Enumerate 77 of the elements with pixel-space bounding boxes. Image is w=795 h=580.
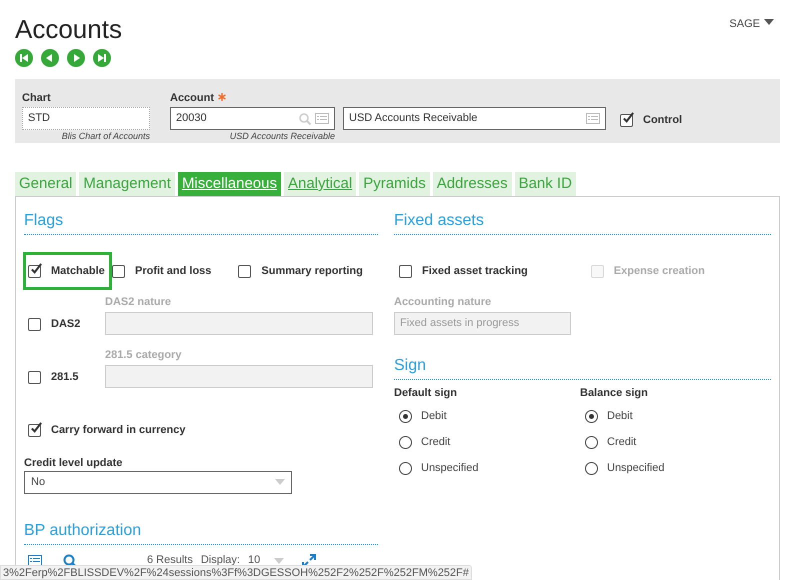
radio-button[interactable] xyxy=(585,436,598,448)
field-value: 20030 xyxy=(176,111,207,126)
field-label: Account xyxy=(170,91,214,106)
next-record-icon[interactable] xyxy=(67,49,85,67)
section-heading: Sign xyxy=(394,357,426,374)
credit-level-select[interactable]: No xyxy=(24,470,292,494)
checkbox-label: Summary reporting xyxy=(261,264,363,279)
account-field[interactable]: 20030 xyxy=(170,107,335,130)
field-label: 281.5 category xyxy=(105,348,182,363)
tab[interactable]: Miscellaneous xyxy=(178,172,281,196)
checkbox-label: Carry forward in currency xyxy=(51,423,186,438)
radio-button[interactable] xyxy=(399,462,412,474)
field-label: Credit level update xyxy=(24,456,124,470)
field-value: USD Accounts Receivable xyxy=(349,111,478,126)
checkbox[interactable] xyxy=(28,264,41,278)
checkbox-label: 281.5 xyxy=(51,370,79,385)
checkbox[interactable] xyxy=(399,264,412,278)
section-heading: Fixed assets xyxy=(394,212,484,229)
tab[interactable]: General xyxy=(15,172,76,196)
field-label: DAS2 nature xyxy=(105,295,172,310)
checkbox[interactable] xyxy=(620,114,633,127)
radio-label: Debit xyxy=(421,408,447,424)
tab[interactable]: Addresses xyxy=(432,172,512,196)
expand-icon[interactable] xyxy=(302,554,316,568)
checkbox-label: Profit and loss xyxy=(135,264,212,279)
radio-label: Credit xyxy=(421,434,450,450)
group-label: Default sign xyxy=(394,386,458,401)
category-field[interactable] xyxy=(105,365,373,388)
checkbox[interactable] xyxy=(28,424,41,437)
status-bar: 3%2Ferp%2FBLISSDEV%2F%24sessions%3Ff%3DGESSOH%252F2%252F%252FM%252F# xyxy=(0,565,472,580)
tab[interactable]: Analytical xyxy=(284,172,356,196)
section-heading: BP authorization xyxy=(24,522,142,538)
list-icon xyxy=(586,113,600,124)
checkbox[interactable] xyxy=(28,318,41,331)
previous-record-icon[interactable] xyxy=(41,49,59,67)
group-label: Balance sign xyxy=(580,386,649,401)
radio-button[interactable] xyxy=(585,410,598,422)
checkbox[interactable] xyxy=(28,370,41,384)
section-heading: Flags xyxy=(24,212,64,229)
last-record-icon[interactable] xyxy=(93,49,111,67)
checkbox-label: DAS2 xyxy=(51,317,80,332)
radio-button[interactable] xyxy=(399,410,412,422)
chart-field[interactable]: STD xyxy=(22,107,150,130)
accounting-nature-field[interactable]: Fixed assets in progress xyxy=(394,312,571,335)
check-icon xyxy=(30,262,43,276)
caret-icon xyxy=(764,19,774,25)
results-count: 6 Results xyxy=(147,553,193,568)
checkbox-label: Matchable xyxy=(51,264,105,279)
checkbox-label: Fixed asset tracking xyxy=(422,264,528,279)
display-label: Display: xyxy=(200,553,240,568)
check-icon xyxy=(622,112,635,125)
search-icon[interactable] xyxy=(63,554,77,568)
user-menu[interactable]: SAGE xyxy=(729,16,774,30)
page-title: Accounts xyxy=(15,14,122,44)
field-caption: Blis Chart of Accounts xyxy=(60,130,150,143)
caret-icon xyxy=(275,479,285,485)
field-label: Accounting nature xyxy=(394,295,492,310)
tab[interactable]: Management xyxy=(79,172,175,196)
radio-button[interactable] xyxy=(399,436,412,448)
tab[interactable]: Bank ID xyxy=(514,172,576,196)
das2-nature-field[interactable] xyxy=(105,312,373,335)
check-icon xyxy=(30,422,43,435)
checkbox[interactable] xyxy=(238,264,252,278)
field-label: Chart xyxy=(22,91,52,106)
field-caption: USD Accounts Receivable xyxy=(228,130,335,143)
checkbox-label: Expense creation xyxy=(614,264,705,279)
radio-button[interactable] xyxy=(585,462,598,474)
radio-label: Unspecified xyxy=(607,460,664,476)
radio-label: Credit xyxy=(607,434,636,450)
list-icon xyxy=(315,113,329,124)
checkbox-label: Control xyxy=(643,113,682,128)
first-record-icon[interactable] xyxy=(15,49,33,67)
radio-label: Unspecified xyxy=(421,460,478,476)
description-field[interactable]: USD Accounts Receivable xyxy=(343,107,606,130)
radio-label: Debit xyxy=(607,408,633,424)
tab[interactable]: Pyramids xyxy=(359,172,430,196)
checkbox[interactable] xyxy=(112,264,125,278)
